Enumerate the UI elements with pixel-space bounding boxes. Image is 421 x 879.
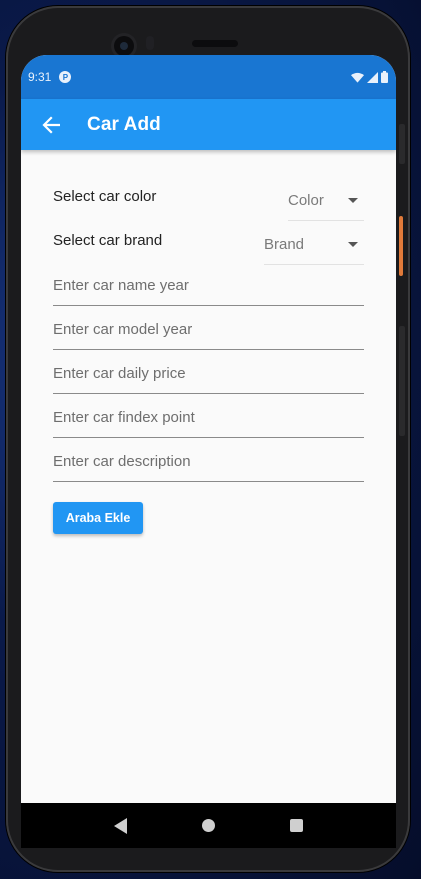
brand-dropdown-value: Brand <box>264 236 305 253</box>
dropdown-arrow-icon <box>348 198 358 203</box>
brand-dropdown[interactable]: Brand <box>264 225 364 265</box>
daily-price-input[interactable] <box>53 365 364 382</box>
add-car-button[interactable]: Araba Ekle <box>53 502 143 534</box>
findex-point-field <box>53 394 364 438</box>
name-year-field <box>53 262 364 306</box>
status-time: 9:31 <box>28 70 52 84</box>
home-circle-icon <box>201 819 215 832</box>
app-screen: 9:31 P Car Add Select car color Color Se… <box>21 55 396 803</box>
dropdown-arrow-icon <box>348 242 358 247</box>
findex-point-input[interactable] <box>53 409 364 426</box>
status-indicators <box>351 71 388 83</box>
color-dropdown[interactable]: Color <box>288 181 364 221</box>
app-bar: Car Add <box>21 99 396 150</box>
recents-square-icon <box>289 819 303 832</box>
p-badge-icon: P <box>59 71 72 83</box>
wifi-icon <box>351 72 364 83</box>
signal-icon <box>367 71 378 83</box>
page-title: Car Add <box>87 113 161 135</box>
model-year-field <box>53 306 364 350</box>
sensor <box>146 36 154 50</box>
model-year-input[interactable] <box>53 321 364 338</box>
description-field <box>53 438 364 482</box>
back-triangle-icon <box>113 817 127 834</box>
description-input[interactable] <box>53 453 364 470</box>
color-dropdown-value: Color <box>288 192 324 209</box>
car-add-form: Select car color Color Select car brand … <box>21 150 396 534</box>
color-select-label: Select car color <box>53 187 157 205</box>
earpiece-speaker <box>192 40 238 47</box>
nav-back-button[interactable] <box>109 814 133 838</box>
brand-select-label: Select car brand <box>53 231 163 249</box>
power-button <box>399 124 405 164</box>
name-year-input[interactable] <box>53 277 364 294</box>
nav-recents-button[interactable] <box>284 814 308 838</box>
arrow-left-icon <box>42 115 60 134</box>
color-select-row: Select car color Color <box>53 174 364 221</box>
system-nav-bar <box>21 803 396 848</box>
front-camera <box>114 36 134 56</box>
nav-home-button[interactable] <box>196 814 220 838</box>
status-bar: 9:31 P <box>21 55 396 99</box>
side-accent <box>399 216 403 276</box>
volume-button <box>399 326 405 436</box>
back-button[interactable] <box>37 111 65 139</box>
daily-price-field <box>53 350 364 394</box>
battery-icon <box>381 71 388 83</box>
brand-select-row: Select car brand Brand <box>53 218 364 265</box>
